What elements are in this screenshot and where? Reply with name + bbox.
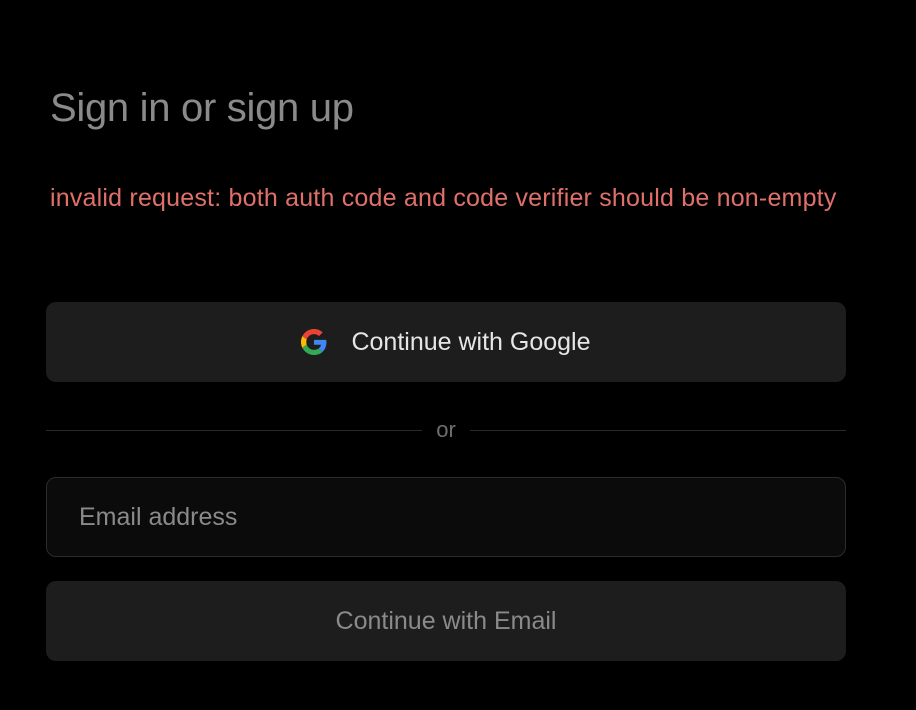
email-button-label: Continue with Email (335, 606, 557, 635)
sign-in-page: Sign in or sign up invalid request: both… (0, 0, 916, 710)
error-message: invalid request: both auth code and code… (50, 184, 837, 212)
or-divider: or (46, 412, 846, 448)
continue-with-google-button[interactable]: Continue with Google (46, 302, 846, 382)
divider-text: or (436, 417, 456, 442)
email-field[interactable] (46, 477, 846, 557)
google-icon (301, 329, 327, 355)
page-title: Sign in or sign up (50, 86, 354, 130)
google-button-label: Continue with Google (351, 327, 591, 356)
divider-line-left (46, 429, 423, 431)
continue-with-email-button[interactable]: Continue with Email (46, 581, 846, 661)
divider-line-right (469, 429, 846, 431)
